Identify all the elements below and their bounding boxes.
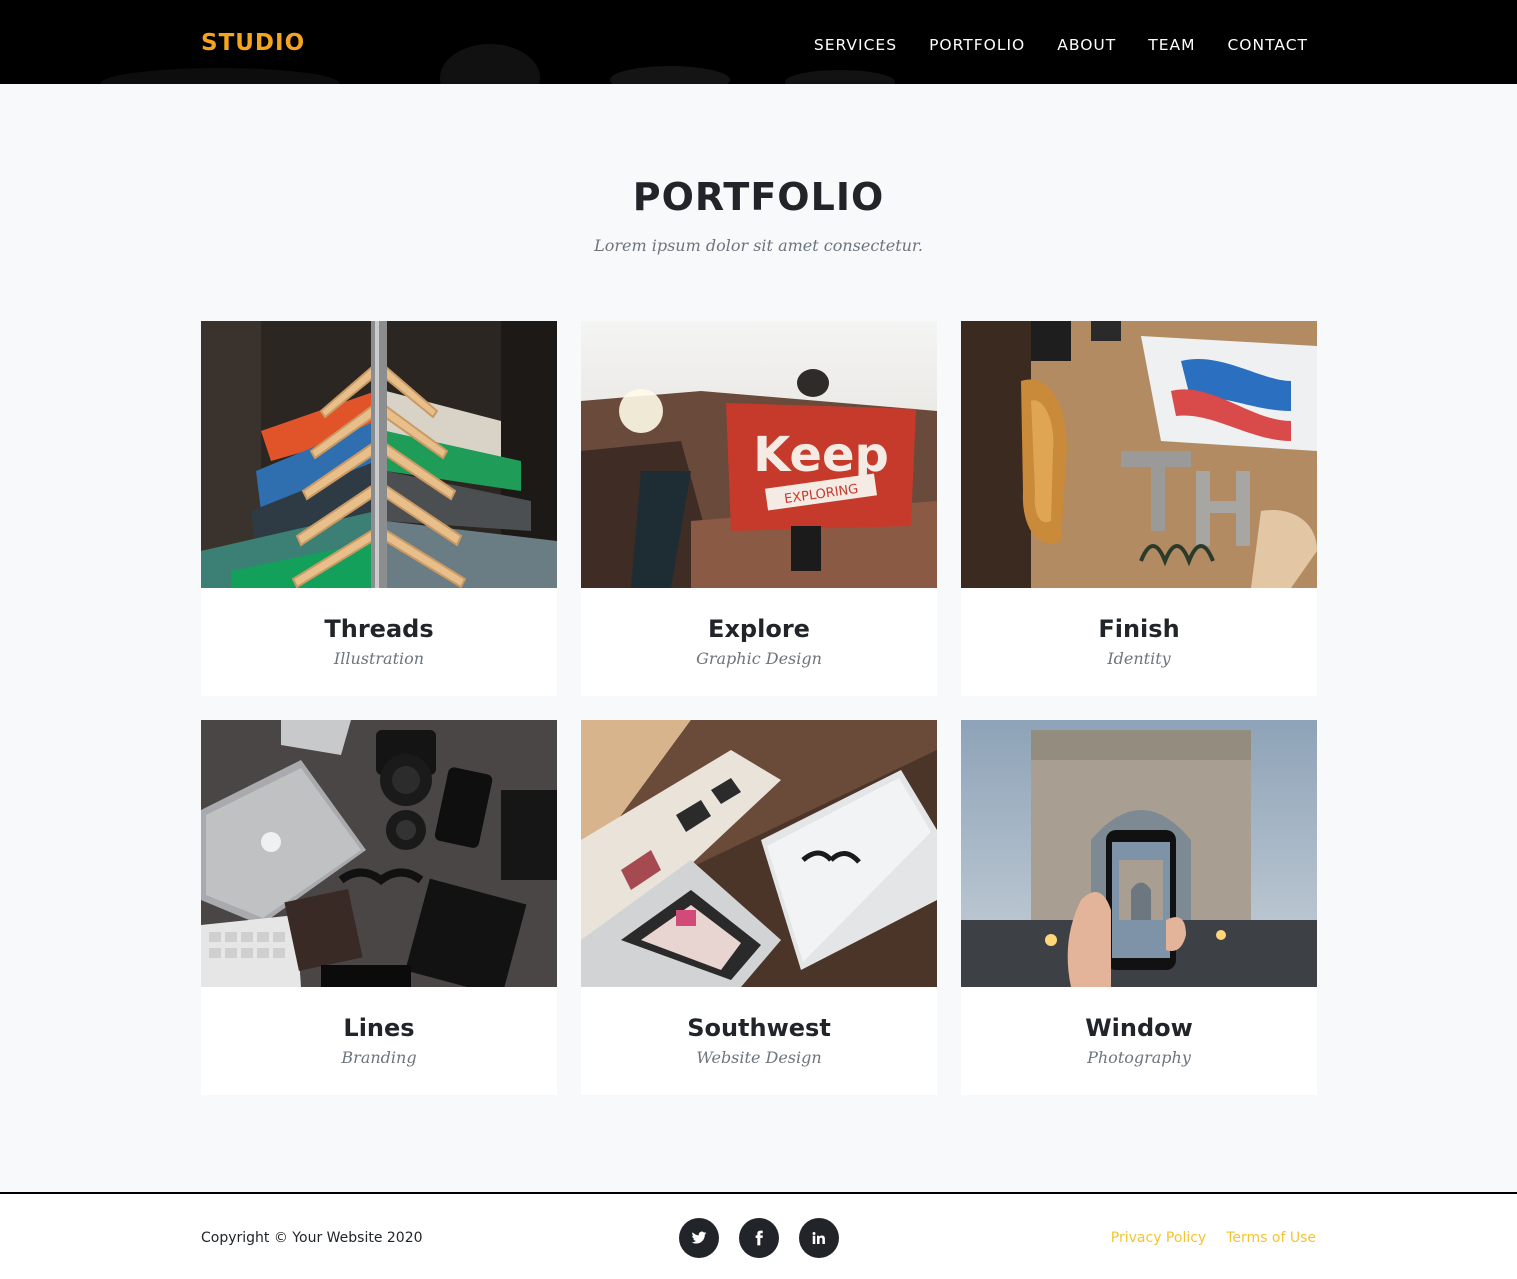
portfolio-item-finish[interactable]: Finish Identity [961, 321, 1317, 696]
portfolio-item-explore[interactable]: Keep EXPLORING Explore Graphic Design [581, 321, 937, 696]
twitter-icon [691, 1231, 707, 1244]
portfolio-item-category: Branding [341, 1048, 417, 1067]
nav-link-portfolio[interactable]: PORTFOLIO [929, 36, 1025, 54]
footer-links: Privacy Policy Terms of Use [1111, 1230, 1316, 1246]
nav-link-about[interactable]: ABOUT [1057, 36, 1116, 54]
laptop-camera-flatlay-photo[interactable] [201, 720, 557, 987]
footer: Copyright © Your Website 2020 Privacy Po… [0, 1192, 1517, 1279]
facebook-button[interactable] [739, 1218, 779, 1258]
portfolio-item-window[interactable]: Window Photography [961, 720, 1317, 1095]
arc-de-triomphe-phone-photo[interactable] [961, 720, 1317, 987]
social-links [679, 1218, 839, 1258]
nav-link-services[interactable]: SERVICES [814, 36, 897, 54]
navbar: STUDIO SERVICES PORTFOLIO ABOUT TEAM CON… [0, 0, 1517, 84]
portfolio-item-title: Southwest [687, 1014, 831, 1042]
linkedin-button[interactable] [799, 1218, 839, 1258]
clothes-on-hangers-photo[interactable] [201, 321, 557, 588]
workshop-letters-photo[interactable] [961, 321, 1317, 588]
privacy-policy-link[interactable]: Privacy Policy [1111, 1230, 1206, 1246]
laptop-notebook-desk-photo[interactable] [581, 720, 937, 987]
terms-of-use-link[interactable]: Terms of Use [1226, 1230, 1316, 1246]
twitter-button[interactable] [679, 1218, 719, 1258]
portfolio-item-category: Photography [1087, 1048, 1191, 1067]
portfolio-item-title: Finish [1098, 615, 1180, 643]
linkedin-icon [812, 1232, 825, 1244]
nav-link-team[interactable]: TEAM [1148, 36, 1195, 54]
copyright-text: Copyright © Your Website 2020 [201, 1230, 423, 1246]
portfolio-item-southwest[interactable]: Southwest Website Design [581, 720, 937, 1095]
section-heading: PORTFOLIO [632, 175, 885, 219]
brand-logo[interactable]: STUDIO [201, 30, 305, 56]
portfolio-item-title: Lines [343, 1014, 415, 1042]
portfolio-item-category: Identity [1107, 649, 1171, 668]
portfolio-item-category: Illustration [333, 649, 425, 668]
portfolio-item-category: Graphic Design [696, 649, 822, 668]
portfolio-item-title: Threads [324, 615, 434, 643]
section-subheading: Lorem ipsum dolor sit amet consectetur. [594, 236, 923, 255]
portfolio-item-category: Website Design [696, 1048, 822, 1067]
facebook-icon [755, 1230, 763, 1246]
portfolio-item-threads[interactable]: Threads Illustration [201, 321, 557, 696]
portfolio-item-lines[interactable]: Lines Branding [201, 720, 557, 1095]
portfolio-item-title: Window [1085, 1014, 1193, 1042]
keep-exploring-flag-photo[interactable]: Keep EXPLORING [581, 321, 937, 588]
nav-link-contact[interactable]: CONTACT [1227, 36, 1308, 54]
portfolio-item-title: Explore [708, 615, 810, 643]
nav-links: SERVICES PORTFOLIO ABOUT TEAM CONTACT [814, 36, 1308, 54]
